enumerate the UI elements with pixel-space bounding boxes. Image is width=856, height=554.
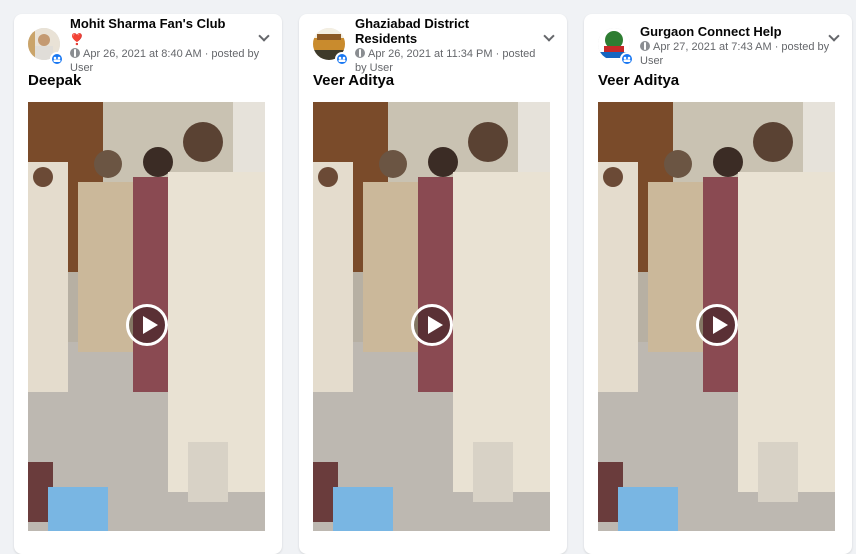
play-icon[interactable] xyxy=(410,303,453,346)
post-card: Ghaziabad District Residents Apr 26, 202… xyxy=(299,14,567,554)
video-thumbnail[interactable] xyxy=(28,102,265,531)
chevron-down-icon[interactable] xyxy=(256,30,272,46)
post-timestamp[interactable]: Apr 26, 2021 at 8:40 AM xyxy=(83,48,202,60)
public-globe-icon xyxy=(70,48,80,58)
post-meta: Apr 27, 2021 at 7:43 AM · posted by User xyxy=(640,40,830,68)
chevron-down-icon[interactable] xyxy=(541,30,557,46)
public-globe-icon xyxy=(355,48,365,58)
video-thumbnail[interactable] xyxy=(313,102,550,531)
chevron-down-icon[interactable] xyxy=(826,30,842,46)
post-meta: Apr 26, 2021 at 11:34 PM · posted by Use… xyxy=(355,47,545,75)
group-name-link[interactable]: Ghaziabad District Residents xyxy=(355,16,505,46)
group-name-link[interactable]: Mohit Sharma Fan's Club ❣️ xyxy=(70,16,240,48)
group-badge-icon xyxy=(335,52,349,66)
group-badge-icon xyxy=(50,52,64,66)
group-name[interactable]: Gurgaon Connect Help xyxy=(640,24,782,39)
post-timestamp[interactable]: Apr 26, 2021 at 11:34 PM xyxy=(368,48,493,60)
group-name[interactable]: Ghaziabad District Residents xyxy=(355,16,469,46)
video-thumbnail[interactable] xyxy=(598,102,835,531)
post-timestamp[interactable]: Apr 27, 2021 at 7:43 AM xyxy=(653,41,772,53)
post-card: Mohit Sharma Fan's Club ❣️ Apr 26, 2021 … xyxy=(14,14,282,554)
public-globe-icon xyxy=(640,41,650,51)
heart-emoji: ❣️ xyxy=(70,34,84,46)
post-card: Gurgaon Connect Help Apr 27, 2021 at 7:4… xyxy=(584,14,852,554)
group-name-link[interactable]: Gurgaon Connect Help xyxy=(640,24,810,39)
play-icon[interactable] xyxy=(695,303,738,346)
play-icon[interactable] xyxy=(125,303,168,346)
poster-name[interactable]: Veer Aditya xyxy=(598,72,679,89)
poster-name[interactable]: Deepak xyxy=(28,72,81,89)
group-name[interactable]: Mohit Sharma Fan's Club xyxy=(70,16,226,31)
group-badge-icon xyxy=(620,52,634,66)
poster-name[interactable]: Veer Aditya xyxy=(313,72,394,89)
post-meta: Apr 26, 2021 at 8:40 AM · posted by User xyxy=(70,47,260,75)
